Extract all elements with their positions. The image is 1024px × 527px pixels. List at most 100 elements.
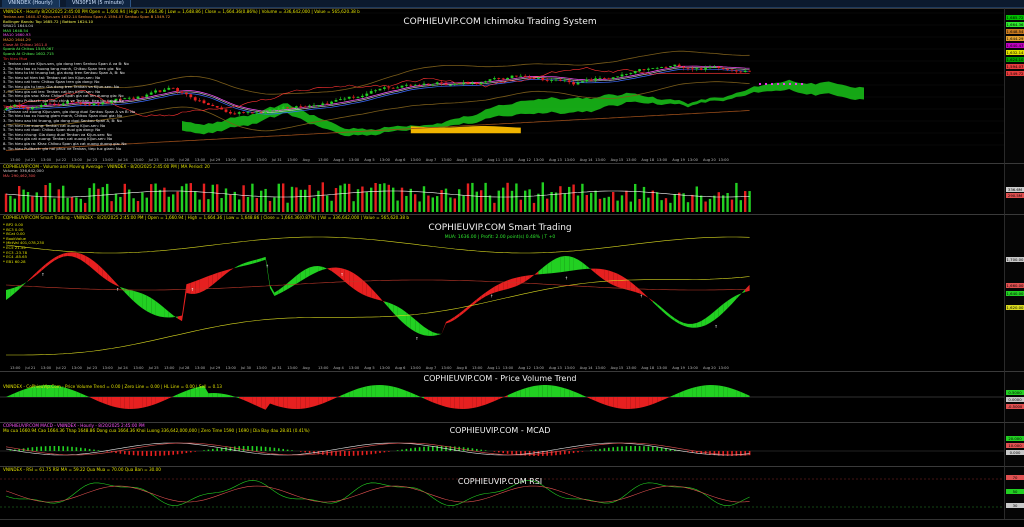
x-axis-label: 13:00 (718, 366, 729, 370)
pvt-area-segment (349, 390, 353, 397)
volume-bar (542, 182, 544, 212)
smart-ribbon-segment (200, 278, 204, 293)
x-axis-label: 13:00 (380, 158, 391, 162)
macd-histogram-bar (643, 446, 645, 451)
candle-body (273, 109, 276, 110)
macd-histogram-bar (124, 451, 126, 454)
pvt-pane[interactable]: COPHIEUVIP.COM - Price Volume Trend VNIN… (0, 371, 1004, 422)
volume-bar (278, 184, 280, 212)
volume-ma-scale-tag: 290.5M (1006, 193, 1024, 198)
smart-trading-scale[interactable]: 1,700.00 1,660.00 1,640.00 1,620.00 (1004, 214, 1024, 371)
x-axis-label: 13:00 (226, 158, 237, 162)
smart-ribbon-segment (679, 321, 683, 326)
macd-pane[interactable]: COPHIEUVIP.COM - MCAD COPHIEUVIP.COM MAC… (0, 422, 1004, 466)
pvt-area-segment (486, 397, 490, 405)
smart-ribbon-segment (94, 261, 98, 273)
volume-bar (88, 188, 90, 212)
pvt-area-segment (552, 385, 556, 397)
pvt-area-segment (10, 393, 14, 397)
volume-bar (286, 203, 288, 212)
candle-body (396, 88, 399, 89)
pvt-area-segment (332, 397, 336, 400)
smart-ribbon-segment (230, 268, 234, 271)
smart-ribbon-segment (367, 284, 371, 298)
volume-bar (31, 196, 33, 212)
x-axis-label: 13:00 (349, 366, 360, 370)
candle-body (651, 68, 654, 69)
smart-ribbon-segment (178, 316, 182, 322)
macd-histogram-bar (146, 451, 148, 456)
volume-bar (93, 183, 95, 212)
candle-body (471, 83, 474, 84)
macd-histogram-bar (58, 446, 60, 451)
smart-upper-band (6, 237, 750, 253)
candle-body (317, 105, 320, 106)
volume-bar (471, 183, 473, 212)
pvt-area-segment (125, 397, 129, 409)
smart-ribbon-segment (688, 324, 692, 328)
ichimoku-watermark: COPHIEUVIP.COM Ichimoku Trading System (375, 17, 625, 27)
volume-bar (335, 188, 337, 212)
pvt-area-segment (684, 389, 688, 397)
volume-bar (656, 192, 658, 212)
x-axis-label: Aug (303, 366, 310, 370)
tab-vnindex-hourly[interactable]: VNINDEX (Hourly) (2, 0, 60, 7)
ichimoku-price-scale[interactable]: 1,685.721,664.361,648.541,644.291,640.47… (1004, 8, 1024, 163)
volume-bar (625, 191, 627, 212)
smart-ribbon-segment (534, 271, 538, 275)
x-axis-label: Aug 14 (580, 366, 593, 370)
candle-body (546, 80, 549, 81)
ichimoku-info-line: SpanA At Chikou 1602.715 (3, 52, 170, 57)
pvt-area-segment (732, 389, 736, 397)
pvt-area-segment (670, 395, 674, 397)
pvt-area-segment (569, 390, 573, 397)
candle-body (198, 100, 201, 101)
volume-bar (687, 202, 689, 212)
pvt-area-segment (283, 397, 287, 408)
volume-bar (102, 187, 104, 212)
pvt-area-segment (72, 390, 76, 397)
candle-body (467, 83, 470, 84)
rsi-scale-tag: 50 (1006, 489, 1024, 494)
pvt-area-segment (675, 393, 679, 397)
candle-body (247, 112, 250, 113)
macd-histogram-bar (54, 446, 56, 451)
pvt-area-segment (459, 397, 463, 409)
rsi-scale[interactable]: 70 50 30 (1004, 466, 1024, 519)
volume-bar (682, 193, 684, 212)
projection-dot (771, 83, 773, 85)
macd-histogram-bar (551, 451, 553, 456)
macd-scale[interactable]: 20.000 10.000 0.000 (1004, 422, 1024, 466)
ichimoku-pane[interactable]: 13:00Jul 2113:00Jul 2213:00Jul 2313:00Ju… (0, 8, 1004, 163)
pvt-area-segment (173, 394, 177, 397)
volume-bar (44, 185, 46, 212)
pvt-area-segment (490, 397, 494, 403)
pvt-scale[interactable]: 0.5000 0.0000 -0.5000 (1004, 371, 1024, 422)
pvt-area-segment (692, 387, 696, 397)
candle-body (387, 87, 390, 88)
volume-chart (0, 164, 1004, 214)
volume-scale[interactable]: 336.6M 290.5M (1004, 163, 1024, 214)
smart-ribbon-segment (213, 273, 217, 285)
volume-bar (212, 185, 214, 212)
tab-vn30f1m-5min[interactable]: VN30F1M (5 minute) (66, 0, 131, 7)
pvt-area-segment (640, 397, 644, 408)
volume-bar (524, 191, 526, 212)
candle-body (453, 84, 456, 85)
smart-ribbon-segment (556, 257, 560, 273)
smart-ribbon-segment (626, 279, 630, 291)
volume-bar (423, 186, 425, 212)
smart-trading-pane[interactable]: ↑↑↑↑↑↑↑↑↑↑13:00Jul 2113:00Jul 2213:00Jul… (0, 214, 1004, 371)
macd-histogram-bar (89, 449, 91, 451)
candle-body (233, 113, 236, 114)
price-tag: 1,549.72 (1006, 71, 1024, 76)
volume-bar (590, 193, 592, 212)
ichimoku-info-block: Tenkan-sen 1640.47 Kijun-sen 1632.14 Sen… (3, 15, 170, 151)
rsi-pane[interactable]: COPHIEUVIP.COM RSI VNINDEX - RSI = 61.75… (0, 466, 1004, 519)
pvt-area-segment (442, 397, 446, 407)
smart-ribbon-segment (393, 304, 397, 317)
candle-body (687, 68, 690, 69)
candle-body (225, 110, 228, 112)
volume-pane[interactable]: COPHIEUVIP.COM - Volume and Moving Avera… (0, 163, 1004, 214)
macd-histogram-bar (291, 450, 293, 451)
